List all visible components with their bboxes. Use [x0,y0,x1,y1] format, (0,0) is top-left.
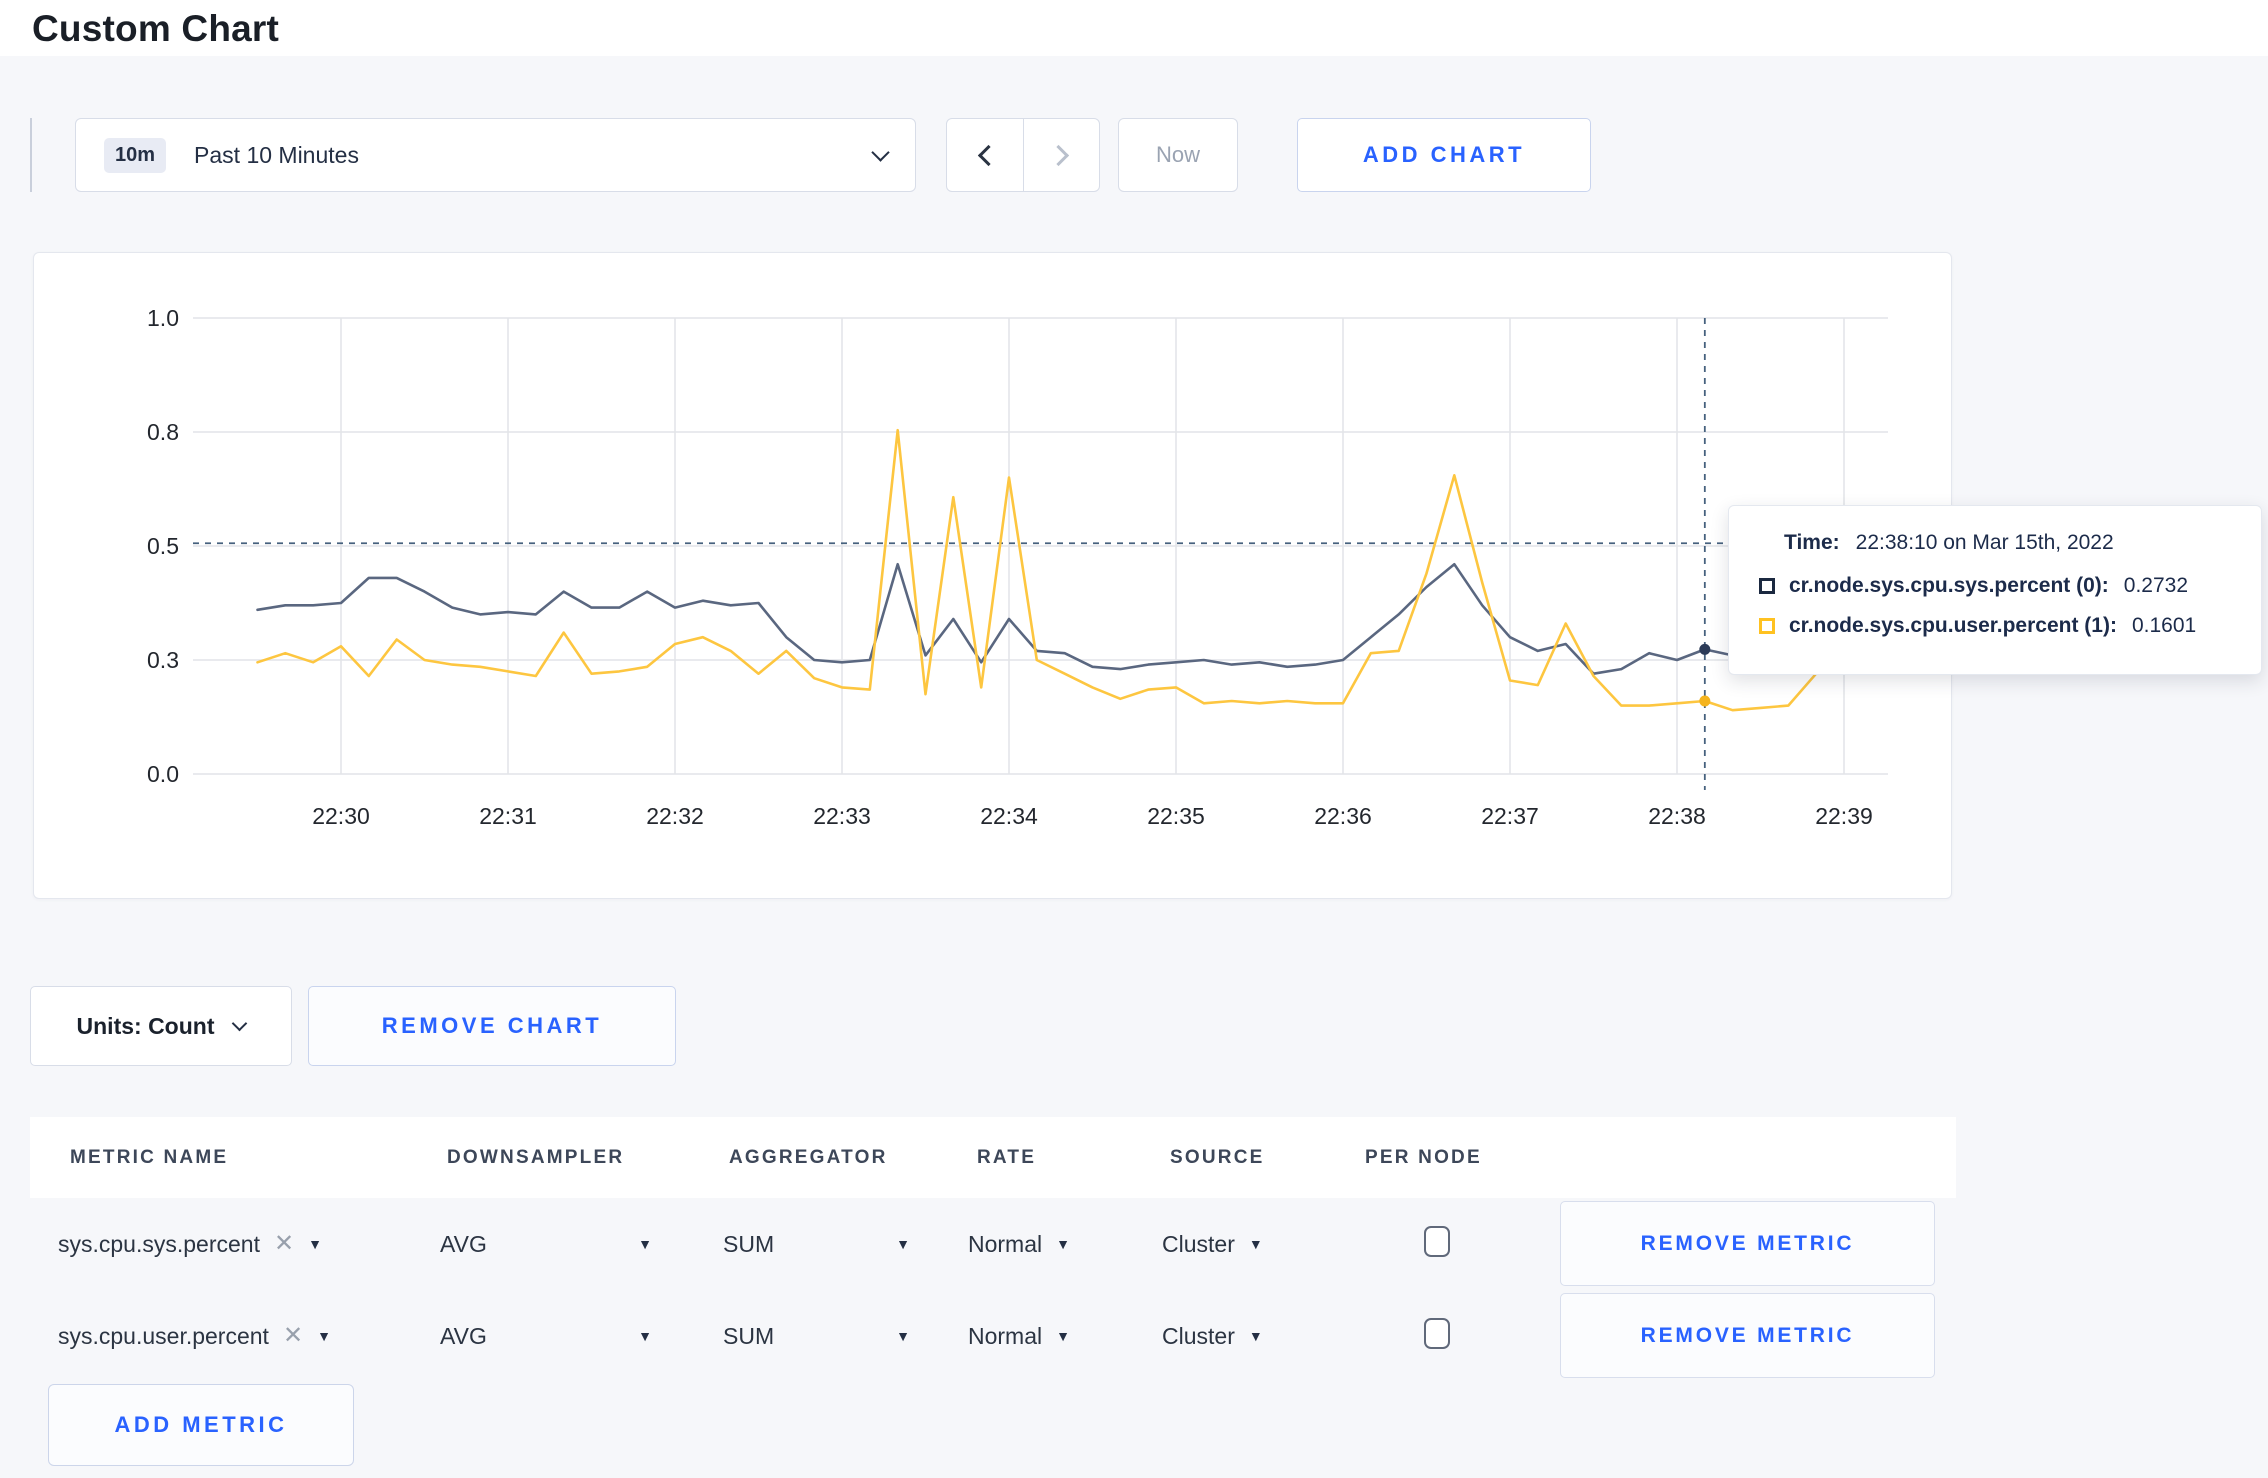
column-header-downsampler: DOWNSAMPLER [447,1146,625,1168]
aggregator-value: SUM [723,1322,775,1349]
tooltip-series-label: cr.node.sys.cpu.sys.percent (0): [1789,574,2109,597]
tooltip-series-value: 0.2732 [2123,574,2189,597]
chevron-left-icon [977,144,999,166]
chevron-right-icon [1047,144,1070,166]
metric-name-select[interactable]: sys.cpu.user.percent ✕ ▼ [58,1314,331,1358]
page-title: Custom Chart [32,8,280,49]
svg-text:0.8: 0.8 [147,419,179,445]
dropdown-caret-icon: ▼ [1056,1236,1070,1252]
svg-text:22:36: 22:36 [1314,803,1372,829]
svg-text:22:32: 22:32 [646,803,704,829]
tooltip-series-row: cr.node.sys.cpu.sys.percent (0): 0.2732 [1759,574,2261,598]
column-header-source: SOURCE [1170,1146,1265,1168]
add-chart-button[interactable]: ADD CHART [1297,118,1591,192]
tooltip-series-value: 0.1601 [2131,614,2197,637]
source-select[interactable]: Cluster ▼ [1162,1222,1263,1266]
page-header-strip [0,0,2268,56]
chart-tooltip: Time: 22:38:10 on Mar 15th, 2022 cr.node.… [1728,505,2262,675]
svg-text:22:31: 22:31 [479,803,537,829]
remove-metric-button[interactable]: REMOVE METRIC [1560,1293,1935,1378]
prev-time-button[interactable] [947,119,1023,191]
source-select[interactable]: Cluster ▼ [1162,1314,1263,1358]
chevron-down-icon [871,142,890,162]
dropdown-caret-icon: ▼ [638,1328,652,1344]
units-label: Units: Count [76,1012,215,1039]
tooltip-series-label: cr.node.sys.cpu.user.percent (1): [1789,614,2117,637]
per-node-checkbox[interactable] [1424,1318,1450,1349]
remove-metric-button[interactable]: REMOVE METRIC [1560,1201,1935,1286]
aggregator-select[interactable]: SUM ▼ [723,1222,910,1266]
source-value: Cluster [1162,1230,1235,1257]
dropdown-caret-icon: ▼ [1248,1236,1263,1252]
svg-text:22:35: 22:35 [1147,803,1205,829]
source-value: Cluster [1162,1322,1235,1349]
svg-text:22:38: 22:38 [1648,803,1706,829]
svg-text:22:39: 22:39 [1815,803,1873,829]
time-range-select[interactable]: 10m Past 10 Minutes [75,118,916,192]
dropdown-caret-icon: ▼ [317,1328,331,1344]
svg-text:0.0: 0.0 [147,761,179,787]
tooltip-time-value: 22:38:10 on Mar 15th, 2022 [1855,531,2114,554]
units-select[interactable]: Units: Count [30,986,292,1066]
svg-text:0.5: 0.5 [147,533,179,559]
downsampler-select[interactable]: AVG ▼ [440,1314,652,1358]
dropdown-caret-icon: ▼ [896,1328,910,1344]
column-header-rate: RATE [977,1146,1037,1168]
dropdown-caret-icon: ▼ [1056,1328,1070,1344]
rate-value: Normal [968,1322,1043,1349]
column-header-metric-name: METRIC NAME [70,1146,229,1168]
downsampler-select[interactable]: AVG ▼ [440,1222,652,1266]
svg-text:1.0: 1.0 [147,305,179,331]
aggregator-value: SUM [723,1230,775,1257]
tooltip-time-label: Time: [1784,531,1840,554]
dropdown-caret-icon: ▼ [308,1236,322,1252]
svg-text:22:33: 22:33 [813,803,871,829]
svg-text:22:34: 22:34 [980,803,1038,829]
downsampler-value: AVG [440,1322,487,1349]
column-header-per-node: PER NODE [1365,1146,1482,1168]
dropdown-caret-icon: ▼ [896,1236,910,1252]
downsampler-value: AVG [440,1230,487,1257]
series-user-swatch-icon [1759,618,1775,634]
metric-name-select[interactable]: sys.cpu.sys.percent ✕ ▼ [58,1222,322,1266]
metrics-table-header: METRIC NAME DOWNSAMPLER AGGREGATOR RATE … [30,1117,1956,1198]
now-button[interactable]: Now [1118,118,1238,192]
metric-name-value: sys.cpu.sys.percent [58,1230,260,1257]
svg-text:0.3: 0.3 [147,647,179,673]
per-node-checkbox[interactable] [1424,1226,1450,1257]
tooltip-time-row: Time: 22:38:10 on Mar 15th, 2022 [1784,531,2261,555]
rate-select[interactable]: Normal ▼ [968,1222,1070,1266]
remove-chart-button[interactable]: REMOVE CHART [308,986,676,1066]
chart-svg[interactable]: 0.0 0.3 0.5 0.8 1.0 22:30 22:31 22:32 22:33 22:34… [34,253,1953,900]
time-range-badge: 10m [104,137,167,173]
column-header-aggregator: AGGREGATOR [729,1146,888,1168]
dropdown-caret-icon: ▼ [638,1236,652,1252]
add-metric-button[interactable]: ADD METRIC [48,1384,354,1466]
svg-text:22:37: 22:37 [1481,803,1539,829]
metric-name-value: sys.cpu.user.percent [58,1322,269,1349]
tooltip-series-row: cr.node.sys.cpu.user.percent (1): 0.1601 [1759,614,2261,638]
time-nav-group [946,118,1100,192]
clear-metric-x-icon[interactable]: ✕ [283,1324,303,1348]
toolbar-divider [30,118,32,192]
chart-card: 0.0 0.3 0.5 0.8 1.0 22:30 22:31 22:32 22:33 22:34… [33,252,1952,899]
rate-value: Normal [968,1230,1043,1257]
series-sys-swatch-icon [1759,578,1775,594]
chevron-down-icon [232,1015,248,1031]
next-time-button[interactable] [1023,119,1099,191]
dropdown-caret-icon: ▼ [1248,1328,1263,1344]
clear-metric-x-icon[interactable]: ✕ [274,1232,294,1256]
rate-select[interactable]: Normal ▼ [968,1314,1070,1358]
aggregator-select[interactable]: SUM ▼ [723,1314,910,1358]
svg-text:22:30: 22:30 [312,803,370,829]
time-range-label: Past 10 Minutes [194,141,359,168]
